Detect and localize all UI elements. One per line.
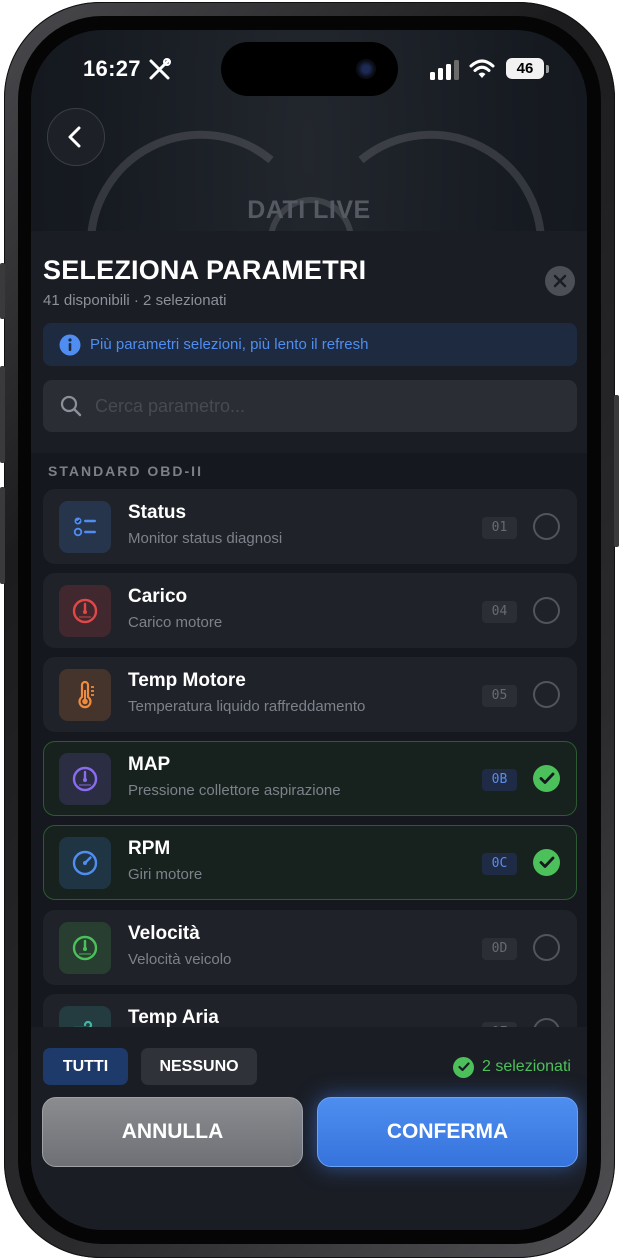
volume-down-button xyxy=(0,487,5,584)
unchecked-radio[interactable] xyxy=(533,513,560,540)
param-row-temp-motore[interactable]: Temp Motore Temperatura liquido raffredda… xyxy=(43,657,577,732)
sheet-subtitle: 41 disponibili · 2 selezionati xyxy=(43,292,227,309)
check-circle-icon xyxy=(453,1056,474,1078)
battery-level: 46 xyxy=(506,58,544,79)
battery-nub xyxy=(546,65,549,73)
speedometer-icon xyxy=(59,837,111,889)
param-name: Status xyxy=(128,502,187,523)
param-name: Velocità xyxy=(128,923,200,944)
select-all-button[interactable]: TUTTI xyxy=(43,1048,128,1085)
selected-count: 2 selezionati xyxy=(453,1056,571,1078)
pid-badge: 0D xyxy=(482,938,517,960)
gauge-icon xyxy=(59,922,111,974)
chevron-left-icon xyxy=(68,126,81,148)
param-name: Temp Aria xyxy=(128,1007,219,1027)
param-row-temp-aria[interactable]: Temp Aria0F xyxy=(43,994,577,1027)
close-button[interactable] xyxy=(545,266,575,296)
info-banner: Più parametri selezioni, più lento il re… xyxy=(43,323,577,366)
selected-count-text: 2 selezionati xyxy=(482,1058,571,1075)
section-label: STANDARD OBD-II xyxy=(48,463,203,479)
sheet-footer: TUTTI NESSUNO 2 selezionati ANNULLA CONF… xyxy=(31,1027,587,1230)
dynamic-island xyxy=(221,42,398,96)
checkmark-icon xyxy=(539,772,554,784)
param-description: Velocità veicolo xyxy=(128,951,232,968)
param-description: Temperatura liquido raffreddamento xyxy=(128,698,366,715)
wifi-icon xyxy=(469,59,495,78)
info-icon xyxy=(59,334,81,356)
param-name: Temp Motore xyxy=(128,670,246,691)
action-button xyxy=(0,263,5,319)
checked-radio[interactable] xyxy=(533,765,560,792)
pid-badge: 01 xyxy=(482,517,517,539)
front-camera xyxy=(356,59,376,79)
unchecked-radio[interactable] xyxy=(533,934,560,961)
unchecked-radio[interactable] xyxy=(533,681,560,708)
confirm-button[interactable]: CONFERMA xyxy=(317,1097,578,1167)
close-icon xyxy=(553,274,567,288)
gauge-icon xyxy=(59,585,111,637)
select-none-button[interactable]: NESSUNO xyxy=(141,1048,257,1085)
screen: 16:27 46 DATI LIVE SELEZIONA PARAMETRI 4 xyxy=(31,30,587,1230)
pid-badge: 0B xyxy=(482,769,517,791)
back-button[interactable] xyxy=(47,108,105,166)
wind-icon xyxy=(59,1006,111,1027)
param-row-carico[interactable]: Carico Carico motore 04 xyxy=(43,573,577,648)
param-row-rpm[interactable]: RPM Giri motore 0C xyxy=(43,825,577,900)
param-row-status[interactable]: Status Monitor status diagnosi 01 xyxy=(43,489,577,564)
status-time: 16:27 xyxy=(83,56,141,81)
param-description: Giri motore xyxy=(128,866,203,883)
power-button xyxy=(614,395,619,547)
param-description: Carico motore xyxy=(128,614,223,631)
search-icon xyxy=(60,395,82,417)
param-name: RPM xyxy=(128,838,171,859)
param-row-velocit-[interactable]: Velocità Velocità veicolo 0D xyxy=(43,910,577,985)
parameter-list: STANDARD OBD-II Status Monitor status dia… xyxy=(31,453,587,1027)
param-row-map[interactable]: MAP Pressione collettore aspirazione 0B xyxy=(43,741,577,816)
search-box xyxy=(43,380,577,432)
checked-radio[interactable] xyxy=(533,849,560,876)
param-name: MAP xyxy=(128,754,171,775)
gauge-icon xyxy=(59,753,111,805)
cellular-signal-icon xyxy=(430,60,459,80)
parameter-selection-sheet: SELEZIONA PARAMETRI 41 disponibili · 2 s… xyxy=(31,231,587,1230)
param-name: Carico xyxy=(128,586,188,607)
tools-icon xyxy=(149,58,171,80)
unchecked-radio[interactable] xyxy=(533,597,560,624)
unchecked-radio[interactable] xyxy=(533,1018,560,1027)
checkmark-icon xyxy=(539,856,554,868)
pid-badge: 04 xyxy=(482,601,517,623)
sheet-title: SELEZIONA PARAMETRI xyxy=(43,255,367,285)
pid-badge: 0C xyxy=(482,853,517,875)
cancel-button[interactable]: ANNULLA xyxy=(42,1097,303,1167)
status-bar: 16:27 46 xyxy=(31,30,587,110)
page-title: DATI LIVE xyxy=(247,196,371,224)
volume-up-button xyxy=(0,366,5,463)
thermometer-icon xyxy=(59,669,111,721)
param-description: Pressione collettore aspirazione xyxy=(128,782,341,799)
pid-badge: 05 xyxy=(482,685,517,707)
checklist-icon xyxy=(59,501,111,553)
param-description: Monitor status diagnosi xyxy=(128,530,283,547)
search-input[interactable] xyxy=(95,380,565,432)
info-text: Più parametri selezioni, più lento il re… xyxy=(90,336,369,353)
